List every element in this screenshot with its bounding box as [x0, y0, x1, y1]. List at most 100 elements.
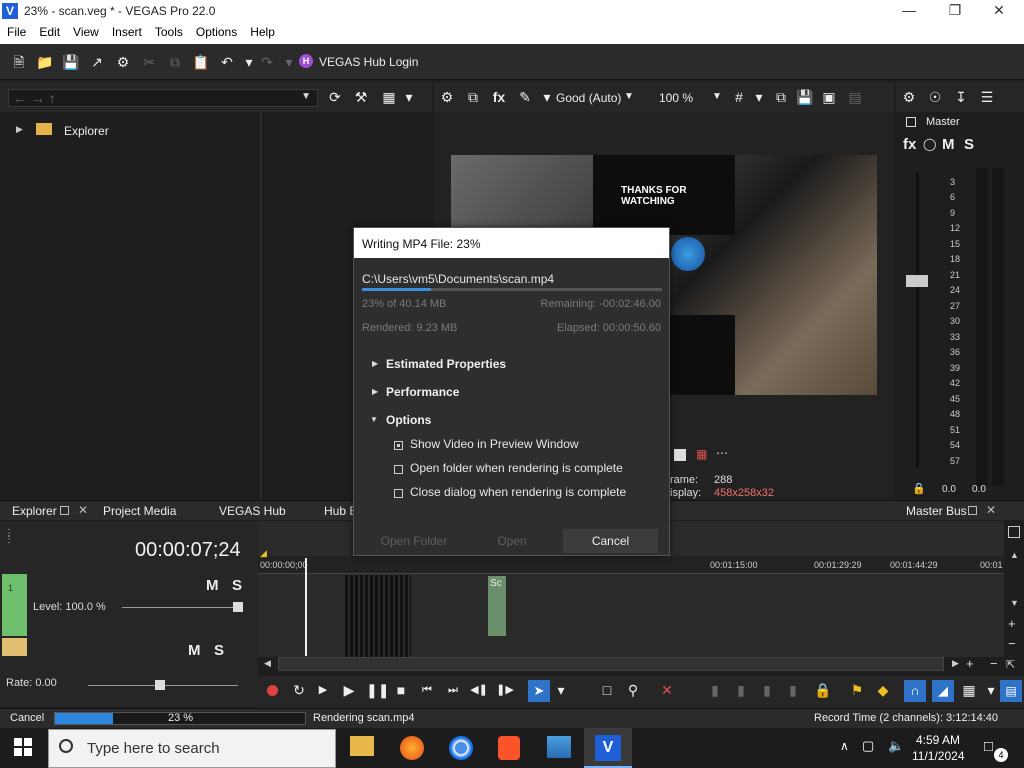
insert-marker-icon[interactable]: ⚑	[848, 681, 866, 699]
refresh-icon[interactable]: ⟳	[326, 88, 344, 106]
monitor-app-icon[interactable]	[547, 736, 571, 758]
quality-dropdown-icon[interactable]: ▼	[624, 91, 634, 102]
master-chain-icon[interactable]: ◯	[923, 137, 936, 151]
performance-toggle[interactable]: Performance	[386, 385, 459, 399]
lock-event-icon[interactable]: 🔒	[814, 681, 832, 699]
snapping-icon[interactable]: ∩	[904, 680, 926, 702]
vegas-taskbar-button[interactable]: V	[584, 728, 632, 768]
options-chevron-icon[interactable]: ▼	[370, 415, 378, 424]
scroll-left-icon[interactable]: ◀	[264, 658, 271, 669]
edit-tool-dropdown-icon[interactable]: ▾	[552, 681, 570, 699]
lock-envelopes-icon[interactable]: ▤	[1000, 680, 1022, 702]
close-dialog-checkbox[interactable]	[394, 487, 403, 501]
tab-master-undock-icon[interactable]	[968, 506, 977, 515]
zoom-dropdown-icon[interactable]: ▼	[712, 91, 722, 102]
loop-marker-icon[interactable]: ◢	[260, 548, 267, 559]
save-icon[interactable]: 💾	[62, 53, 80, 71]
external-monitor-icon[interactable]: ⧉	[464, 88, 482, 106]
cancel-button[interactable]: Cancel	[563, 529, 658, 553]
performance-chevron-icon[interactable]: ▶	[372, 387, 378, 396]
selection-tool-icon[interactable]: □	[598, 681, 616, 699]
clock-time[interactable]: 4:59 AM	[916, 733, 960, 747]
master-mute-button[interactable]: M	[942, 136, 955, 153]
redo-icon[interactable]: ↷	[258, 53, 276, 71]
tab-master-bus[interactable]: Master Bus	[906, 504, 967, 518]
volume-icon[interactable]: 🔈	[888, 738, 904, 754]
options-toggle[interactable]: Options	[386, 413, 431, 427]
tab-explorer-undock-icon[interactable]	[60, 506, 69, 515]
play-icon[interactable]: ▶	[340, 681, 358, 699]
master-checkbox[interactable]	[906, 117, 916, 127]
path-dropdown-icon[interactable]: ▼	[301, 91, 311, 102]
explorer-path-field[interactable]: ← → ↑ ▼	[8, 89, 318, 107]
preview-quality-select[interactable]: Good (Auto)	[556, 91, 621, 105]
minimize-icon[interactable]: —	[886, 2, 932, 18]
scroll-down-icon[interactable]: ▼	[1010, 598, 1019, 608]
menu-options[interactable]: Options	[189, 22, 243, 39]
clock-date[interactable]: 11/1/2024	[912, 749, 965, 763]
chrome-icon[interactable]	[449, 736, 473, 760]
timeline-resize-icon[interactable]: ⇱	[1006, 658, 1015, 671]
taskbar-search[interactable]: Type here to search	[48, 729, 336, 768]
video-fx-icon[interactable]: fx	[490, 88, 508, 106]
preview-settings-icon[interactable]: ⚙	[438, 88, 456, 106]
timeline-clip[interactable]: Sc	[488, 576, 506, 636]
tab-explorer-close-icon[interactable]: ✕	[78, 503, 88, 517]
loop-icon[interactable]: ↻	[290, 681, 308, 699]
playhead-cursor[interactable]	[305, 558, 307, 656]
firefox-icon[interactable]	[400, 736, 424, 760]
lock-icon[interactable]: 🔒	[912, 482, 926, 495]
zoom-tool-icon[interactable]: ⚲	[624, 681, 642, 699]
restore-icon[interactable]: ❐	[932, 2, 978, 19]
master-input-icon[interactable]: ☉	[926, 88, 944, 106]
audio-track-solo-button[interactable]: S	[214, 642, 224, 659]
overlays-dropdown-icon[interactable]: ▾	[750, 88, 768, 106]
prev-frame-icon[interactable]: ◀❚	[470, 681, 488, 699]
trim-end-icon[interactable]: ▮	[732, 681, 750, 699]
menu-edit[interactable]: Edit	[32, 22, 66, 39]
delete-icon[interactable]: ✕	[658, 681, 676, 699]
ripple-icon[interactable]: ▮	[784, 681, 802, 699]
tray-chevron-icon[interactable]: ∧	[840, 739, 849, 753]
pause-icon[interactable]: ❚❚	[366, 681, 389, 699]
undo-dropdown-icon[interactable]: ▾	[240, 53, 258, 71]
preview-more-icon[interactable]: ⋯	[716, 446, 728, 460]
timeline-scroll-top-icon[interactable]	[1008, 526, 1020, 538]
play-from-start-icon[interactable]: ▶	[314, 681, 332, 699]
timeline-ruler[interactable]: 00:00:00;00 00:01:15:00 00:01:29:29 00:0…	[258, 556, 1004, 574]
close-icon[interactable]: ✕	[976, 2, 1022, 19]
view-dropdown-icon[interactable]: ▾	[400, 88, 418, 106]
redo-dropdown-icon[interactable]: ▾	[280, 53, 298, 71]
menu-insert[interactable]: Insert	[105, 22, 148, 39]
view-icon[interactable]: ▦	[380, 88, 398, 106]
scroll-up-icon[interactable]: ▲	[1010, 550, 1019, 560]
zoom-out-time-icon[interactable]: −	[990, 656, 998, 671]
master-fx-button[interactable]: fx	[903, 136, 916, 153]
tab-vegas-hub[interactable]: VEGAS Hub	[219, 504, 286, 518]
cut-icon[interactable]: ✂	[140, 53, 158, 71]
menu-file[interactable]: File	[0, 22, 32, 39]
expand-chevron-icon[interactable]: ▶	[16, 124, 23, 135]
track-grip-icon[interactable]: ⋮ ⋮	[4, 529, 14, 545]
preview-stop-icon[interactable]	[674, 449, 686, 461]
zoom-in-time-icon[interactable]: +	[966, 656, 974, 671]
network-icon[interactable]: ▢	[862, 738, 874, 754]
audio-track-color-strip[interactable]	[2, 638, 27, 656]
stop-icon[interactable]: ■	[392, 681, 410, 699]
master-down-icon[interactable]: ↧	[952, 88, 970, 106]
open-folder-icon[interactable]: 📁	[36, 53, 54, 71]
tab-explorer[interactable]: Explorer	[12, 504, 57, 518]
overlays-grid-icon[interactable]: #	[730, 88, 748, 106]
trim-start-icon[interactable]: ▮	[706, 681, 724, 699]
render-cancel-link[interactable]: Cancel	[10, 712, 44, 724]
go-to-start-icon[interactable]: ⏮	[418, 681, 436, 699]
insert-region-icon[interactable]: ◆	[874, 681, 892, 699]
preview-zoom-select[interactable]: 100 %	[659, 91, 693, 105]
record-icon[interactable]	[267, 685, 278, 696]
settings-gear-icon[interactable]: ⚙	[114, 53, 132, 71]
zoom-in-track-icon[interactable]: +	[1008, 616, 1016, 631]
copy-icon[interactable]: ⧉	[166, 53, 184, 71]
open-folder-checkbox[interactable]	[394, 463, 403, 477]
master-solo-button[interactable]: S	[964, 136, 974, 153]
windows-start-icon[interactable]	[14, 738, 32, 756]
